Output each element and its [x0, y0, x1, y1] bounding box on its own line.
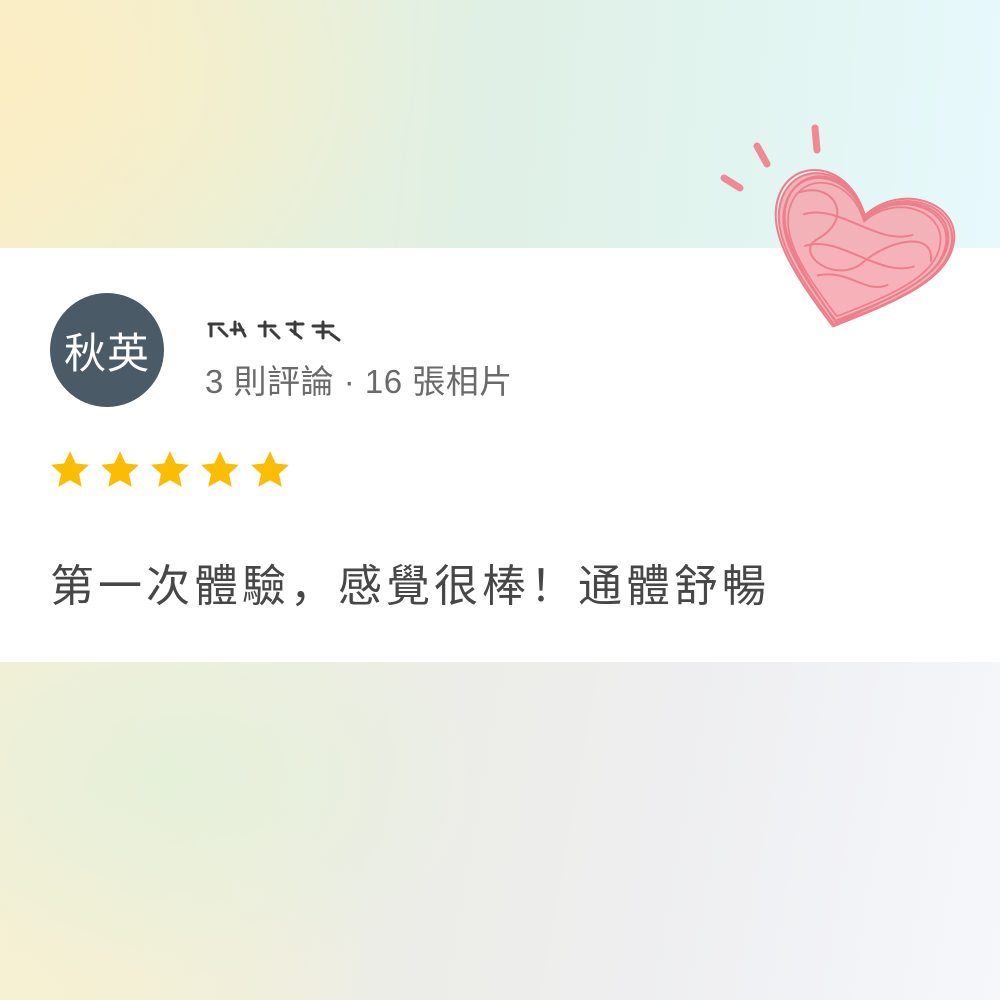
- reviewer-stats: 3 則評論 · 16 張相片: [205, 363, 513, 400]
- avatar-initials: 秋英: [63, 329, 150, 377]
- avatar[interactable]: 秋英: [50, 293, 164, 407]
- star-icon: [148, 448, 192, 492]
- background-bottom: [0, 662, 1000, 1000]
- review-text: 第一次體驗，感覺很棒！通體舒暢: [50, 562, 770, 611]
- star-rating: [48, 448, 292, 494]
- review-graphic: 秋英 3 則評論 · 16 張相片 第一次體驗，感覺很棒！通體舒暢: [0, 0, 1000, 1000]
- star-icon: [98, 448, 142, 492]
- star-icon: [198, 448, 242, 492]
- star-icon: [248, 448, 292, 492]
- cropped-name-fragment: [207, 320, 341, 342]
- star-icon: [48, 448, 92, 492]
- heart-doodle-icon: [720, 124, 956, 328]
